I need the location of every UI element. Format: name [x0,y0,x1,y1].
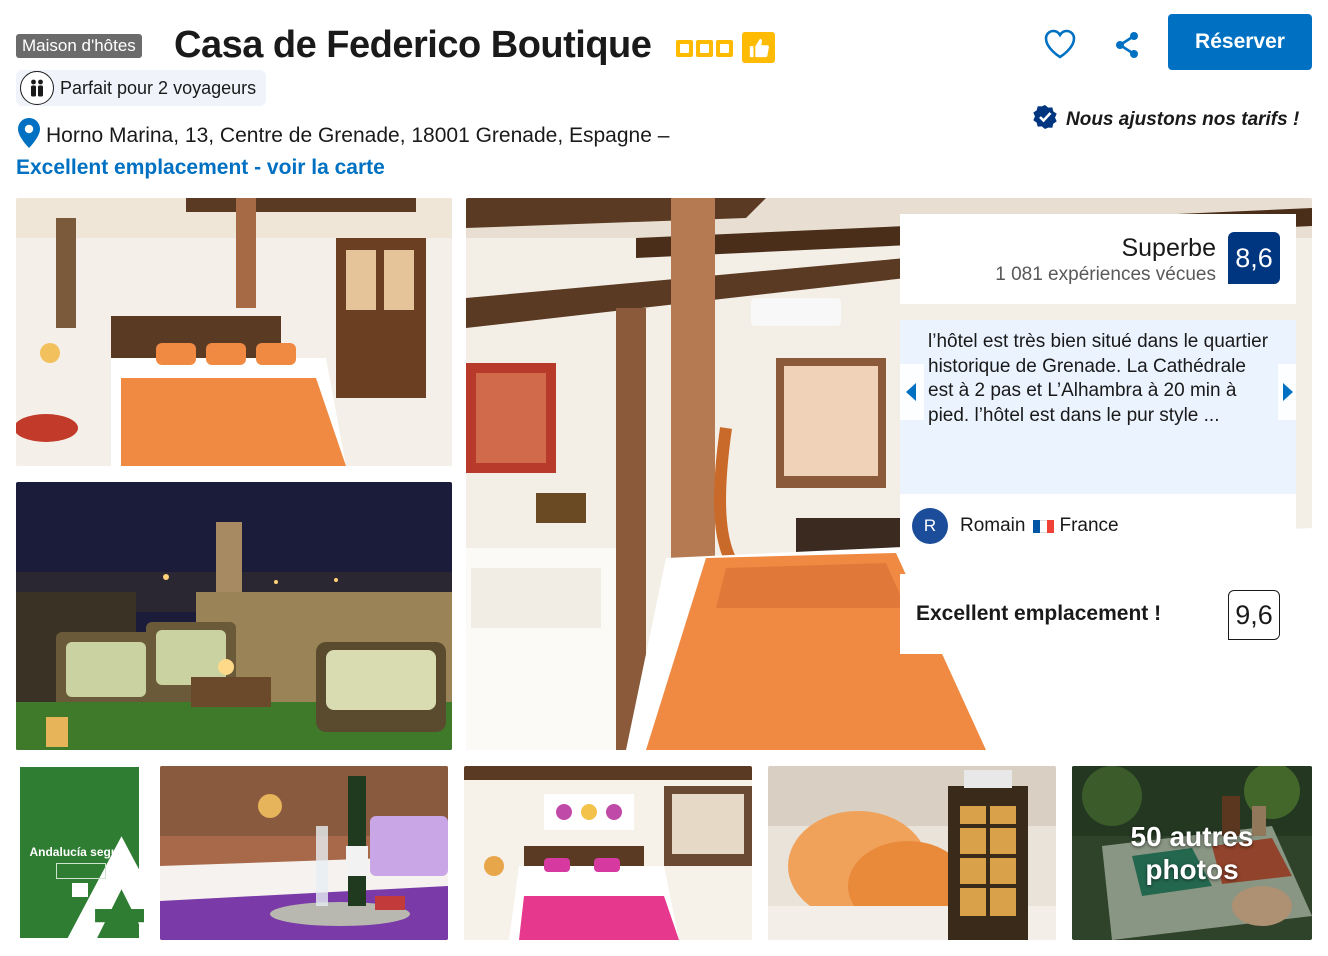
reviewer-name: Romain [960,515,1026,536]
review-text: l’hôtel est très bien situé dans le quar… [928,331,1269,426]
more-photos-label: 50 autres photos [1130,821,1254,885]
photo-lantern-pillows[interactable] [768,766,1056,940]
rating-count: 1 081 expériences vécues [995,264,1216,285]
location-score-card: Excellent emplacement ! 9,6 [900,574,1296,654]
france-flag-icon [1033,519,1054,533]
price-match-text: Nous ajustons nos tarifs ! [1066,109,1300,130]
rating-word: Superbe [1121,234,1216,262]
share-icon[interactable] [1112,30,1142,60]
map-link[interactable]: Excellent emplacement - voir la carte [16,156,385,180]
photo-more-photos[interactable]: 50 autres photos [1072,766,1312,940]
hotel-title: Casa de Federico Boutique [174,24,652,66]
photo-pink-room[interactable] [464,766,752,940]
andalucia-label: Andalucía segura [29,845,130,859]
star-icon [716,40,733,57]
score-card[interactable]: Superbe 1 081 expériences vécues 8,6 [900,214,1296,304]
qr-code-icon [56,863,106,879]
travelers-pill: Parfait pour 2 voyageurs [16,70,267,106]
photo-terrace[interactable] [16,482,452,750]
star-icon [676,40,693,57]
reserve-button[interactable]: Réserver [1168,14,1312,70]
star-icon [696,40,713,57]
more-photos-overlay[interactable]: 50 autres photos [1072,766,1312,940]
star-rating [676,40,733,57]
heart-icon[interactable] [1042,26,1078,62]
review-next-button[interactable] [1278,364,1296,420]
chevron-left-icon [906,383,916,401]
location-score: 9,6 [1228,590,1280,640]
location-label: Excellent emplacement ! [916,602,1162,625]
thumbs-up-icon[interactable] [742,32,775,63]
review-prev-button[interactable] [900,364,924,420]
travelers-label: Parfait pour 2 voyageurs [60,77,257,98]
score-badge: 8,6 [1228,232,1280,284]
address-text: Horno Marina, 13, Centre de Grenade, 180… [46,124,670,147]
property-type-badge: Maison d'hôtes [16,34,142,58]
photo-bedroom[interactable] [16,198,452,466]
review-card: l’hôtel est très bien situé dans le quar… [900,320,1296,558]
check-badge-icon [1032,104,1058,136]
reviewer-row: R Romain France [900,494,1296,558]
reviewer-country: France [1059,515,1119,536]
photo-champagne[interactable] [160,766,448,940]
address-row: Horno Marina, 13, Centre de Grenade, 180… [18,118,669,154]
small-logo-icon [72,883,88,897]
avatar: R [912,508,948,544]
two-people-icon [20,71,54,105]
chevron-right-icon [1283,383,1293,401]
map-pin-icon [18,118,40,154]
photo-andalucia-badge[interactable]: Andalucía segura [16,766,144,940]
price-match-note[interactable]: Nous ajustons nos tarifs ! [1032,104,1299,136]
